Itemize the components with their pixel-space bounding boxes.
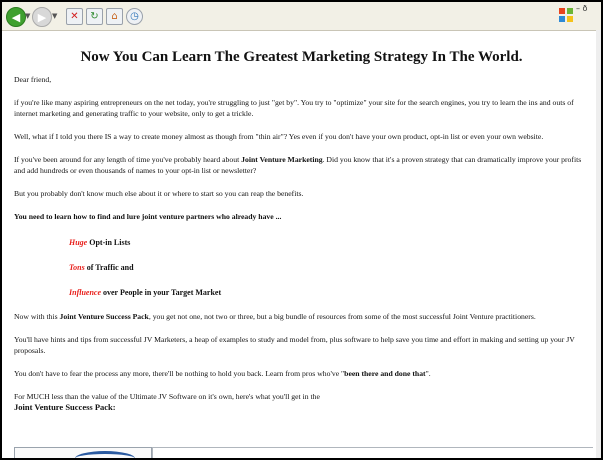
paragraph-8: You don't have to fear the process any m… <box>14 368 589 379</box>
paragraph-4: But you probably don't know much else ab… <box>14 189 304 198</box>
paragraph-3-bold: Joint Venture Marketing <box>241 155 323 164</box>
paragraph-2: Well, what if I told you there IS a way … <box>14 132 544 141</box>
list-item-emphasis: Huge <box>69 238 88 247</box>
page-headline: Now You Can Learn The Greatest Marketing… <box>80 49 523 65</box>
list-item: Tons of Traffic and <box>69 261 589 275</box>
forward-arrow-icon[interactable]: ▶ <box>32 7 52 27</box>
list-item-text: over People in your Target Market <box>101 288 222 297</box>
windows-logo-icon <box>559 8 573 22</box>
paragraph-9: For MUCH less than the value of the Ulti… <box>14 391 589 413</box>
paragraph-8-text: You don't have to fear the process any m… <box>14 369 345 378</box>
list-item-text: of Traffic and <box>84 263 134 272</box>
paragraph-6-bold: Joint Venture Success Pack <box>59 312 149 321</box>
forward-dropdown-icon[interactable]: ▼ <box>52 12 57 20</box>
product-graphic-arc <box>75 451 135 458</box>
product-table-partial <box>152 447 593 458</box>
list-item: Huge Opt-in Lists <box>69 236 589 250</box>
paragraph-6-text-end: , you get not one, not two or three, but… <box>148 312 536 321</box>
back-arrow-icon[interactable]: ◀ <box>6 7 26 27</box>
list-item-text: Opt-in Lists <box>87 238 131 247</box>
product-image-partial <box>14 447 152 458</box>
paragraph-7: You'll have hints and tips from successf… <box>14 335 575 355</box>
product-title: Joint Venture Success Pack <box>14 402 113 412</box>
paragraph-1: if you're like many aspiring entrepreneu… <box>14 98 574 118</box>
page-content: Now You Can Learn The Greatest Marketing… <box>14 30 589 413</box>
home-icon[interactable]: ⌂ <box>106 8 123 25</box>
paragraph-8-text-end: ". <box>425 369 431 378</box>
browser-window: ◀ ▼ ▶ ▼ ✕ ↻ ⌂ ◷ – ð Now You Can Learn Th… <box>0 0 603 460</box>
list-item: Influence over People in your Target Mar… <box>69 286 589 300</box>
browser-toolbar: ◀ ▼ ▶ ▼ ✕ ↻ ⌂ ◷ – ð <box>2 2 601 31</box>
history-icon[interactable]: ◷ <box>126 8 143 25</box>
paragraph-6-text: Now with this <box>14 312 60 321</box>
paragraph-5: You need to learn how to find and lure j… <box>14 212 282 221</box>
paragraph-3-text: If you've been around for any length of … <box>14 155 242 164</box>
paragraph-3: If you've been around for any length of … <box>14 154 589 176</box>
paragraph-6: Now with this Joint Venture Success Pack… <box>14 311 589 322</box>
paragraph-9-text: For MUCH less than the value of the Ulti… <box>14 392 320 401</box>
list-item-emphasis: Tons <box>69 263 85 272</box>
vertical-scrollbar[interactable] <box>596 30 601 458</box>
back-dropdown-icon[interactable]: ▼ <box>25 12 30 20</box>
product-title-colon: : <box>112 402 116 412</box>
greeting: Dear friend, <box>14 75 52 84</box>
window-controls[interactable]: – ð <box>576 4 587 13</box>
paragraph-8-bold: been there and done that <box>344 369 426 378</box>
stop-icon[interactable]: ✕ <box>66 8 83 25</box>
refresh-icon[interactable]: ↻ <box>86 8 103 25</box>
benefit-list: Huge Opt-in Lists Tons of Traffic and In… <box>69 236 589 300</box>
list-item-emphasis: Influence <box>69 288 101 297</box>
